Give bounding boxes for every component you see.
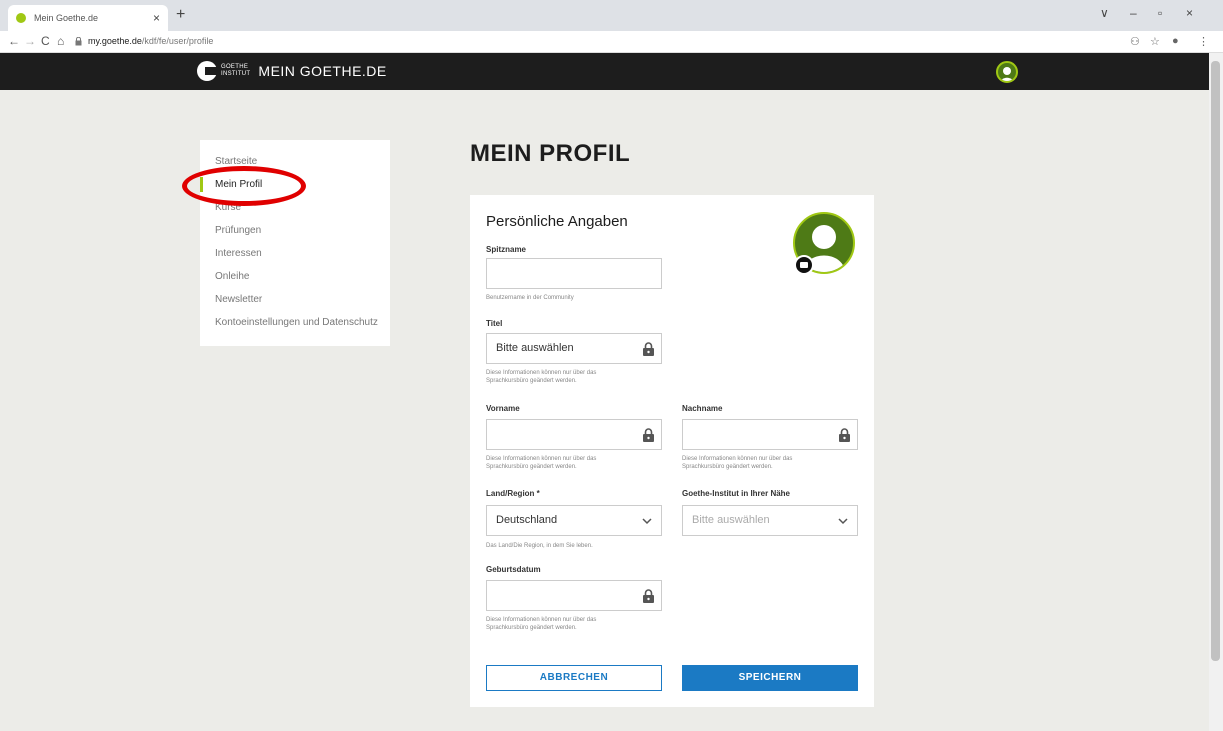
padlock-icon (839, 428, 850, 442)
forward-arrow-icon[interactable]: → (24, 34, 36, 48)
secure-lock-icon (75, 37, 82, 46)
spitzname-input[interactable] (486, 258, 662, 289)
url-path: /kdf/fe/user/profile (141, 36, 214, 46)
camera-icon[interactable] (794, 255, 814, 275)
page-scrollbar[interactable] (1209, 53, 1223, 731)
browser-tabbar: Mein Goethe.de × + ∨ – ▫ × (0, 0, 1223, 31)
menu-kebab-icon[interactable]: ⋮ (1198, 35, 1209, 48)
tab-search-dropdown-icon[interactable]: ∨ (1100, 6, 1109, 20)
save-button[interactable]: SPEICHERN (682, 665, 858, 691)
logo-line1: GOETHE (221, 64, 249, 70)
sidebar-item-interessen[interactable]: Interessen (200, 242, 390, 265)
address-bar: ← → C ⌂ my.goethe.de/kdf/fe/user/profile… (0, 31, 1223, 53)
chevron-down-icon (838, 518, 848, 525)
padlock-icon (643, 342, 654, 356)
profile-card: Persönliche Angaben Spitzname Benutzerna… (470, 195, 874, 707)
url-field[interactable]: my.goethe.de/kdf/fe/user/profile (88, 36, 213, 46)
section-title: Persönliche Angaben (486, 213, 628, 230)
new-tab-button[interactable]: + (176, 6, 185, 24)
geburtsdatum-label: Geburtsdatum (486, 565, 541, 574)
minimize-button[interactable]: – (1130, 6, 1137, 20)
tab-close-icon[interactable]: × (153, 11, 160, 25)
geburtsdatum-hint-line1: Diese Informationen können nur über das (486, 617, 597, 623)
page-title: MEIN PROFIL (470, 140, 631, 167)
padlock-icon (643, 589, 654, 603)
land-hint: Das Land/Die Region, in dem Sie leben. (486, 543, 593, 549)
vorname-hint-line2: Sprachkursbüro geändert werden. (486, 464, 577, 470)
vorname-label: Vorname (486, 404, 520, 413)
titel-label: Titel (486, 319, 503, 328)
sidebar-item-pruefungen[interactable]: Prüfungen (200, 219, 390, 242)
vorname-hint-line1: Diese Informationen können nur über das (486, 456, 597, 462)
land-value: Deutschland (496, 514, 558, 526)
nachname-hint-line1: Diese Informationen können nur über das (682, 456, 793, 462)
chevron-down-icon (642, 518, 652, 525)
annotation-red-circle (182, 166, 306, 206)
extensions-icon[interactable]: ⚇ (1130, 35, 1140, 48)
brand-title: MEIN GOETHE.DE (258, 63, 387, 79)
cancel-button[interactable]: ABBRECHEN (486, 665, 662, 691)
back-arrow-icon[interactable]: ← (8, 34, 20, 48)
browser-tab[interactable]: Mein Goethe.de × (8, 5, 168, 31)
maximize-button[interactable]: ▫ (1158, 6, 1162, 20)
sidebar-item-newsletter[interactable]: Newsletter (200, 288, 390, 311)
geburtsdatum-hint-line2: Sprachkursbüro geändert werden. (486, 625, 577, 631)
window-close-button[interactable]: × (1186, 6, 1193, 20)
land-label: Land/Region * (486, 489, 540, 498)
nachname-input[interactable] (682, 419, 858, 450)
geburtsdatum-input[interactable] (486, 580, 662, 611)
titel-value: Bitte auswählen (496, 342, 574, 354)
institut-select[interactable]: Bitte auswählen (682, 505, 858, 536)
logo-line2: INSTITUT (221, 71, 251, 77)
home-icon[interactable]: ⌂ (57, 34, 64, 48)
header-user-avatar-icon[interactable] (996, 61, 1018, 83)
nachname-hint-line2: Sprachkursbüro geändert werden. (682, 464, 773, 470)
land-select[interactable]: Deutschland (486, 505, 662, 536)
site-header: GOETHE INSTITUT MEIN GOETHE.DE (0, 53, 1223, 90)
padlock-icon (643, 428, 654, 442)
reload-icon[interactable]: C (41, 34, 50, 48)
profile-icon[interactable]: ● (1172, 35, 1179, 47)
goethe-logo-mark-icon (197, 61, 219, 81)
vorname-input[interactable] (486, 419, 662, 450)
scrollbar-thumb[interactable] (1211, 61, 1220, 661)
titel-hint-line2: Sprachkursbüro geändert werden. (486, 378, 577, 384)
logo-wordmark: GOETHE INSTITUT (221, 64, 250, 78)
spitzname-label: Spitzname (486, 245, 527, 254)
tab-title: Mein Goethe.de (34, 13, 99, 23)
url-host: my.goethe.de (88, 36, 142, 46)
institut-placeholder: Bitte auswählen (692, 514, 770, 526)
goethe-logo[interactable]: GOETHE INSTITUT MEIN GOETHE.DE (197, 61, 387, 81)
sidebar-item-onleihe[interactable]: Onleihe (200, 265, 390, 288)
titel-select[interactable]: Bitte auswählen (486, 333, 662, 364)
spitzname-hint: Benutzername in der Community (486, 295, 574, 301)
titel-hint-line1: Diese Informationen können nur über das (486, 370, 597, 376)
nachname-label: Nachname (682, 404, 723, 413)
goethe-favicon-icon (16, 13, 26, 23)
institut-label: Goethe-Institut in Ihrer Nähe (682, 489, 791, 498)
bookmark-star-icon[interactable]: ☆ (1150, 35, 1160, 48)
sidebar-item-kontoeinstellungen[interactable]: Kontoeinstellungen und Datenschutz (200, 311, 390, 334)
